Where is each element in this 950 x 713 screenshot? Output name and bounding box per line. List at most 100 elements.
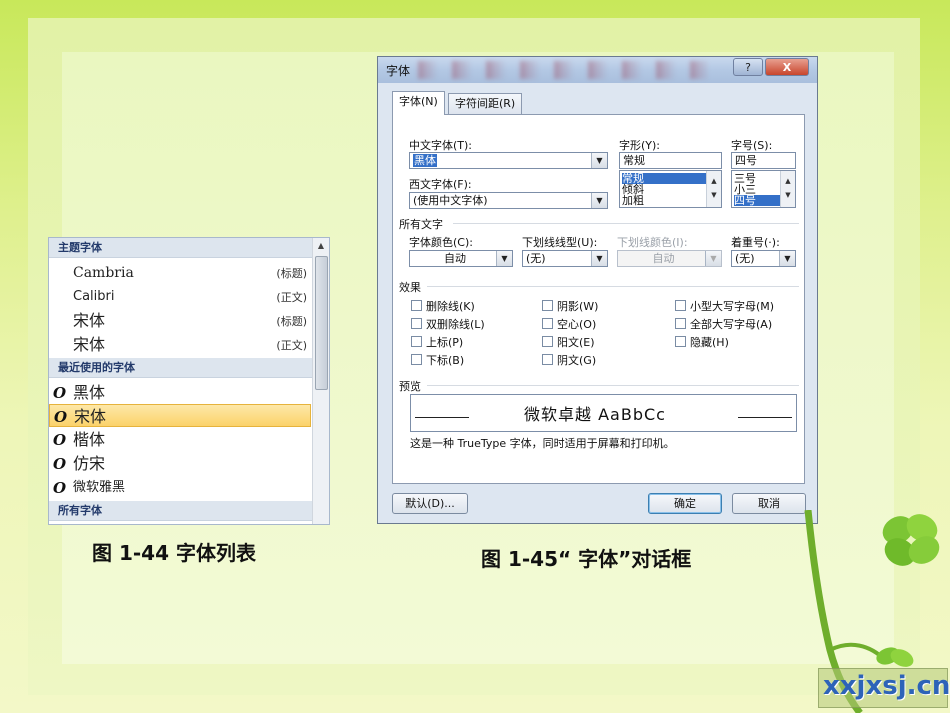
style-input[interactable]: 常规: [619, 152, 722, 169]
effects-label: 效果: [399, 281, 421, 294]
chevron-down-icon[interactable]: ▼: [591, 193, 607, 208]
section-divider: [453, 223, 799, 224]
scrollbar-thumb[interactable]: [315, 256, 328, 390]
font-item-name: 宋体: [73, 335, 106, 354]
west-font-combo[interactable]: (使用中文字体) ▼: [409, 192, 608, 209]
underline-color-combo: 自动 ▼: [617, 250, 722, 267]
subscript-checkbox[interactable]: [411, 354, 422, 365]
opentype-icon: O: [53, 431, 67, 449]
font-dialog: 字体 ? X 字体(N) 字符间距(R) 中文字体(T): 黑体 ▼ 字形(Y)…: [377, 56, 818, 524]
font-item-songti-body[interactable]: 宋体 (正文): [49, 333, 311, 356]
emphasis-combo[interactable]: (无) ▼: [731, 250, 796, 267]
double-strikethrough-label: 双删除线(L): [426, 318, 485, 331]
font-item-fangsong[interactable]: O 仿宋: [49, 452, 311, 475]
chevron-down-icon[interactable]: ▼: [591, 251, 607, 266]
section-divider: [427, 286, 799, 287]
section-divider: [427, 385, 799, 386]
scroll-down-arrow-icon[interactable]: ▼: [707, 191, 721, 199]
engrave-checkbox[interactable]: [542, 354, 553, 365]
underline-color-label: 下划线颜色(I):: [617, 236, 688, 249]
emboss-checkbox[interactable]: [542, 336, 553, 347]
all-fonts-header: 所有字体: [49, 501, 313, 521]
scroll-up-arrow-icon[interactable]: ▲: [707, 177, 721, 185]
truetype-note: 这是一种 TrueType 字体，同时适用于屏幕和打印机。: [410, 437, 675, 450]
default-button[interactable]: 默认(D)...: [392, 493, 468, 514]
style-listbox[interactable]: 常规 倾斜 加粗 ▲ ▼: [619, 170, 722, 208]
tab-font[interactable]: 字体(N): [392, 91, 445, 115]
preview-box: 微软卓越 AaBbCc: [410, 394, 797, 432]
chevron-down-icon: ▼: [705, 251, 721, 266]
underline-style-combo[interactable]: (无) ▼: [522, 250, 608, 267]
shadow-checkbox[interactable]: [542, 300, 553, 311]
chevron-down-icon[interactable]: ▼: [591, 153, 607, 168]
font-item-name: 黑体: [73, 383, 106, 402]
superscript-checkbox[interactable]: [411, 336, 422, 347]
font-item-cambria[interactable]: Cambria (标题): [49, 261, 311, 284]
style-option[interactable]: 加粗: [622, 195, 644, 206]
clover-leaf-small: [876, 647, 914, 667]
clover-leaves: [882, 514, 940, 566]
tab-character-spacing[interactable]: 字符间距(R): [448, 93, 523, 114]
font-item-calibri[interactable]: Calibri (正文): [49, 285, 311, 308]
superscript-label: 上标(P): [426, 336, 464, 349]
font-item-tag: (正文): [276, 291, 307, 304]
style-label: 字形(Y):: [619, 139, 661, 152]
double-strikethrough-checkbox[interactable]: [411, 318, 422, 329]
font-item-heiti[interactable]: O 黑体: [49, 381, 311, 404]
strikethrough-checkbox[interactable]: [411, 300, 422, 311]
font-item-name: Calibri: [73, 289, 115, 304]
size-scrollbar[interactable]: ▲ ▼: [780, 171, 795, 207]
outline-checkbox[interactable]: [542, 318, 553, 329]
font-list-panel: 主题字体 Cambria (标题) Calibri (正文) 宋体 (标题) 宋…: [48, 237, 330, 525]
close-button[interactable]: X: [765, 58, 809, 76]
subscript-label: 下标(B): [426, 354, 465, 367]
help-button[interactable]: ?: [733, 58, 763, 76]
font-color-label: 字体颜色(C):: [409, 236, 473, 249]
chevron-down-icon[interactable]: ▼: [779, 251, 795, 266]
chevron-down-icon[interactable]: ▼: [496, 251, 512, 266]
scroll-up-arrow-icon[interactable]: ▲: [781, 177, 795, 185]
emphasis-label: 着重号(·):: [731, 236, 780, 249]
size-option[interactable]: 四号: [734, 195, 780, 206]
emphasis-value: (无): [735, 252, 755, 265]
font-color-combo[interactable]: 自动 ▼: [409, 250, 513, 267]
scroll-up-arrow-icon[interactable]: ▲: [315, 240, 327, 252]
font-item-tag: (标题): [276, 267, 307, 280]
font-item-yahei[interactable]: O 微软雅黑: [49, 476, 311, 499]
strikethrough-label: 删除线(K): [426, 300, 475, 313]
font-item-tag: (正文): [276, 339, 307, 352]
dialog-title: 字体: [386, 64, 411, 78]
preview-rule-right: [738, 417, 792, 418]
style-scrollbar[interactable]: ▲ ▼: [706, 171, 721, 207]
hidden-checkbox[interactable]: [675, 336, 686, 347]
opentype-icon: O: [53, 455, 67, 473]
font-item-name: Cambria: [73, 265, 134, 281]
underline-style-value: (无): [526, 252, 546, 265]
all-text-label: 所有文字: [399, 218, 443, 231]
size-listbox[interactable]: 三号 小三 四号 ▲ ▼: [731, 170, 796, 208]
font-list-scrollbar[interactable]: ▲: [312, 238, 329, 524]
preview-text: 微软卓越 AaBbCc: [524, 405, 666, 424]
font-item-songti-heading[interactable]: 宋体 (标题): [49, 309, 311, 332]
all-caps-checkbox[interactable]: [675, 318, 686, 329]
site-watermark: xxjxsj.cn: [818, 668, 950, 708]
scroll-down-arrow-icon[interactable]: ▼: [781, 191, 795, 199]
underline-style-label: 下划线线型(U):: [522, 236, 598, 249]
font-item-name: 宋体: [73, 311, 106, 330]
font-color-value: 自动: [444, 252, 466, 265]
font-item-name: 宋体: [74, 407, 107, 426]
recent-fonts-header: 最近使用的字体: [49, 358, 313, 378]
cn-font-label: 中文字体(T):: [409, 139, 473, 152]
cn-font-value: 黑体: [413, 154, 437, 167]
theme-fonts-header: 主题字体: [49, 238, 313, 258]
font-item-songti-selected[interactable]: O 宋体: [49, 404, 311, 427]
west-font-label: 西文字体(F):: [409, 178, 472, 191]
font-item-name: 楷体: [73, 430, 106, 449]
small-caps-label: 小型大写字母(M): [690, 300, 775, 313]
size-input[interactable]: 四号: [731, 152, 796, 169]
small-caps-checkbox[interactable]: [675, 300, 686, 311]
dialog-titlebar[interactable]: 字体 ? X: [378, 57, 817, 83]
font-item-kaiti[interactable]: O 楷体: [49, 428, 311, 451]
ok-button[interactable]: 确定: [648, 493, 722, 514]
cn-font-combo[interactable]: 黑体 ▼: [409, 152, 608, 169]
